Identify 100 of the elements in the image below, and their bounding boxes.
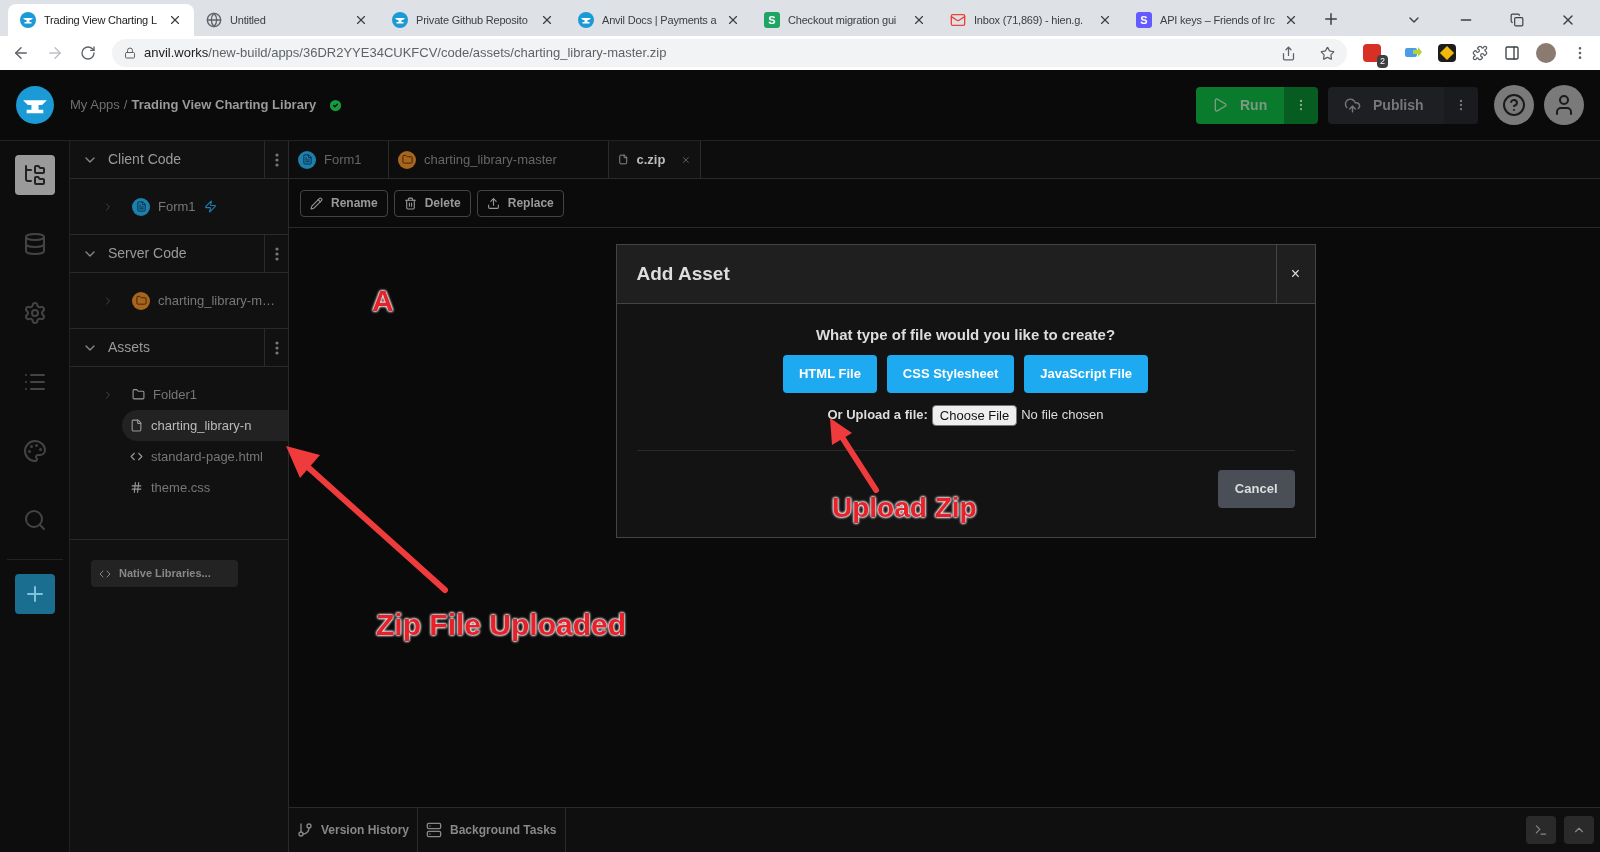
- dialog-title: Add Asset: [635, 261, 731, 286]
- share-icon[interactable]: [1281, 45, 1296, 61]
- tree-item[interactable]: charting_library-m…: [122, 285, 288, 316]
- item-label: charting_library-n: [151, 416, 252, 435]
- annotation-label: A: [372, 283, 394, 319]
- annotation-label: Upload Zip: [832, 491, 977, 525]
- folder-tree-icon: [22, 163, 47, 187]
- app-name: Trading View Charting Library: [131, 96, 317, 115]
- native-libraries-button[interactable]: Native Libraries...: [91, 560, 238, 587]
- letter-logo-icon: S: [1136, 12, 1152, 28]
- tab-title: Inbox (71,869) - hien.g.: [974, 12, 1084, 28]
- globe-icon: [206, 12, 222, 28]
- breadcrumb-link[interactable]: My Apps: [70, 95, 120, 115]
- code-icon: [130, 450, 143, 463]
- annotation-label: Zip File Uploaded: [376, 607, 626, 643]
- extension-icon[interactable]: [1438, 44, 1456, 62]
- browser-tab[interactable]: Private Github Reposito: [380, 4, 566, 36]
- extension-icon[interactable]: [1363, 44, 1381, 62]
- item-label: standard-page.html: [151, 447, 263, 466]
- back-icon[interactable]: [12, 44, 30, 62]
- tree-item[interactable]: Folder1: [122, 379, 288, 410]
- add-button[interactable]: [14, 574, 55, 614]
- restore-icon[interactable]: [1510, 13, 1524, 27]
- new-tab-icon[interactable]: [1322, 10, 1340, 28]
- tab-title: Trading View Charting L: [44, 12, 158, 28]
- close-icon[interactable]: [540, 13, 554, 27]
- close-icon[interactable]: [354, 13, 368, 27]
- upload-label: Or Upload a file:: [827, 406, 928, 425]
- form-icon: [298, 150, 316, 169]
- anvil-logo-icon: [578, 12, 594, 28]
- tab-title: Private Github Reposito: [416, 12, 529, 28]
- avatar-icon[interactable]: [1536, 43, 1556, 63]
- close-icon[interactable]: [1284, 13, 1298, 27]
- breadcrumb-separator: /: [123, 96, 128, 115]
- tree-item[interactable]: charting_library-n: [122, 410, 288, 441]
- close-button[interactable]: ×: [1275, 245, 1315, 303]
- tree-item[interactable]: theme.css: [122, 472, 288, 503]
- editor-tab[interactable]: c.zip: [609, 141, 701, 178]
- browser-tab[interactable]: Anvil Docs | Payments a: [566, 4, 752, 36]
- item-label: theme.css: [151, 478, 211, 497]
- choose-file-button[interactable]: Choose File: [931, 404, 1018, 426]
- address-bar[interactable]: anvil.works/new-build/apps/36DR2YYE34CUKFCV/code/assets/charting_library-master.zip: [112, 39, 1347, 67]
- delete-button[interactable]: Delete: [393, 189, 471, 217]
- trash-icon: [403, 196, 417, 210]
- terminal-icon: [1534, 823, 1548, 837]
- item-label: Form1: [158, 197, 196, 216]
- run-menu-button[interactable]: [1284, 86, 1318, 124]
- more-icon: [274, 152, 279, 167]
- publish-button[interactable]: Publish: [1328, 86, 1444, 124]
- search-icon: [22, 508, 47, 532]
- tab-title: Untitled: [230, 12, 267, 28]
- extensions-icon[interactable]: [1472, 45, 1488, 61]
- tree-item[interactable]: Form1: [122, 191, 288, 222]
- replace-button[interactable]: Replace: [476, 189, 564, 217]
- browser-tab[interactable]: S Checkout migration gui: [752, 4, 938, 36]
- anvil-logo-icon: [392, 12, 408, 28]
- folder-icon: [132, 291, 150, 310]
- lock-icon: [124, 47, 136, 59]
- editor-tab[interactable]: Form1: [289, 141, 389, 178]
- browser-tab[interactable]: Untitled: [194, 4, 380, 36]
- cancel-button[interactable]: Cancel: [1217, 469, 1295, 508]
- browser-tab[interactable]: Inbox (71,869) - hien.g.: [938, 4, 1124, 36]
- dialog-question: What type of file would you like to create?: [814, 325, 1117, 345]
- background-tasks-tab[interactable]: Background Tasks: [418, 808, 566, 852]
- database-icon: [22, 232, 47, 256]
- palette-icon: [22, 439, 47, 463]
- close-icon[interactable]: [726, 13, 740, 27]
- tree-item[interactable]: standard-page.html: [122, 441, 288, 472]
- url-text: anvil.works/new-build/apps/36DR2YYE34CUKFCV/code/assets/charting_library-master.zip: [144, 44, 667, 63]
- version-history-tab[interactable]: Version History: [289, 808, 419, 852]
- browser-tab[interactable]: Trading View Charting L: [8, 4, 194, 36]
- extension-badge: 2: [1377, 54, 1388, 68]
- account-button[interactable]: [1544, 85, 1584, 125]
- rename-button[interactable]: Rename: [300, 189, 388, 217]
- settings-icon: [22, 301, 47, 325]
- tab-title: Checkout migration gui: [788, 12, 898, 28]
- file-icon: [130, 419, 143, 432]
- cloud-upload-icon: [1344, 96, 1361, 114]
- tab-title: API keys – Friends of Irc: [1160, 12, 1276, 28]
- more-icon: [274, 340, 279, 355]
- play-icon: [1212, 97, 1228, 113]
- letter-logo-icon: S: [764, 12, 780, 28]
- close-icon[interactable]: [912, 13, 926, 27]
- more-icon: [274, 246, 279, 261]
- section-title: Assets: [108, 338, 151, 357]
- file-status: No file chosen: [1021, 406, 1104, 425]
- close-icon[interactable]: [168, 13, 182, 27]
- folder-icon: [132, 388, 145, 401]
- close-icon[interactable]: [1098, 13, 1112, 27]
- branch-icon: [297, 822, 313, 838]
- code-tree-nav-button[interactable]: [14, 155, 55, 195]
- help-icon: [1502, 93, 1526, 117]
- anvil-logo-icon: [16, 86, 54, 124]
- hash-icon: [130, 481, 143, 494]
- item-label: charting_library-m…: [158, 291, 276, 310]
- help-button[interactable]: [1494, 85, 1534, 125]
- bookmark-icon[interactable]: [1320, 45, 1335, 61]
- browser-tab[interactable]: S API keys – Friends of Irc: [1124, 4, 1310, 36]
- reload-icon[interactable]: [80, 45, 96, 61]
- side-panel-icon[interactable]: [1504, 45, 1520, 61]
